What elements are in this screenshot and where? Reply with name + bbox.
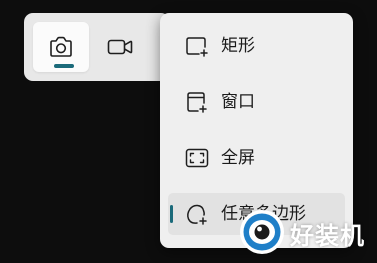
freeform-snip-icon	[184, 202, 210, 226]
menu-item-rectangle[interactable]: 矩形	[168, 25, 345, 67]
screen: 矩形 窗口 全屏 任意多边形 好装机	[0, 0, 377, 263]
window-snip-icon	[184, 90, 210, 114]
menu-item-window[interactable]: 窗口	[168, 81, 345, 123]
rectangle-snip-icon	[184, 34, 210, 58]
capture-mode-toolbar	[24, 13, 170, 81]
menu-item-label: 任意多边形	[221, 204, 306, 224]
video-camera-icon	[106, 36, 134, 58]
menu-item-label: 窗口	[221, 92, 255, 112]
camera-icon	[48, 35, 74, 59]
screenshot-mode-button[interactable]	[33, 22, 89, 72]
menu-item-freeform[interactable]: 任意多边形	[168, 193, 345, 235]
snip-shape-menu: 矩形 窗口 全屏 任意多边形	[160, 13, 353, 248]
selected-item-indicator	[170, 205, 173, 223]
menu-item-label: 矩形	[221, 36, 255, 56]
video-mode-button[interactable]	[92, 22, 148, 72]
menu-item-fullscreen[interactable]: 全屏	[168, 137, 345, 179]
fullscreen-snip-icon	[184, 146, 210, 170]
selected-mode-indicator	[54, 64, 74, 68]
menu-item-label: 全屏	[221, 148, 255, 168]
